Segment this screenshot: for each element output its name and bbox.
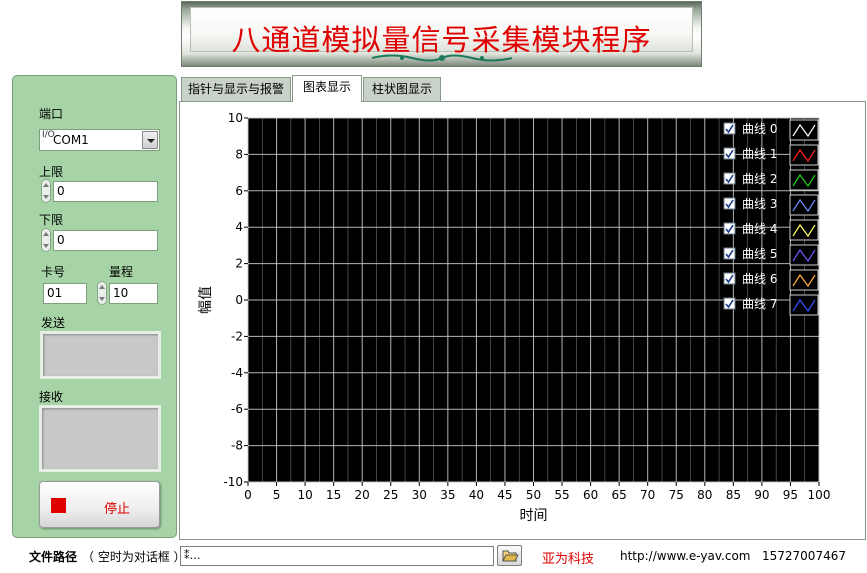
waveform-chart: 0 5 10 15 20 25 30 35 40 45 50 55 60 65 70 75 80 85 90 95 10… (198, 111, 831, 524)
lower-limit-input[interactable]: 0 (53, 230, 158, 251)
card-number-label: 卡号 (41, 265, 66, 279)
title-banner-inner: 八通道模拟量信号采集模块程序 (190, 7, 693, 57)
legend-checkbox[interactable] (723, 197, 736, 210)
legend-checkbox[interactable] (723, 122, 736, 135)
phone-number: 15727007467 (762, 549, 846, 563)
x-tick-label: 55 (554, 488, 569, 502)
send-label: 发送 (41, 316, 66, 330)
legend-label: 曲线 0 (742, 122, 777, 136)
chart-tab-page: 0 5 10 15 20 25 30 35 40 45 50 55 60 65 70 75 80 85 90 95 10… (179, 101, 866, 540)
port-value: COM1 (53, 133, 89, 147)
stop-button-label: 停止 (104, 502, 131, 517)
legend-label: 曲线 4 (742, 222, 777, 236)
y-tick-label: 2 (235, 257, 243, 271)
legend-label: 曲线 7 (742, 297, 777, 311)
x-tick-label: 45 (497, 488, 512, 502)
port-select[interactable]: I/O COM1 (39, 129, 160, 151)
y-tick-label: -2 (231, 329, 243, 343)
bottom-bar: 文件路径 （ 空时为对话框 ） ⁑… 亚为科技 http://www.e-yav… (0, 541, 867, 573)
tab-control: 指针与显示与报警 图表显示 柱状图显示 0 5 10 15 20 25 30 35 40 45 50… (179, 75, 866, 540)
x-tick-label: 50 (526, 488, 541, 502)
x-tick-label: 30 (412, 488, 427, 502)
legend-checkbox[interactable] (723, 272, 736, 285)
x-tick-label: 0 (244, 488, 252, 502)
x-tick-label: 65 (612, 488, 627, 502)
x-tick-label: 35 (440, 488, 455, 502)
upper-limit-spinner[interactable] (41, 179, 51, 203)
x-tick-label: 40 (469, 488, 484, 502)
range-spinner[interactable] (97, 281, 107, 305)
legend-checkbox[interactable] (723, 222, 736, 235)
legend-checkbox[interactable] (723, 247, 736, 260)
x-tick-label: 5 (273, 488, 281, 502)
control-panel: 端口 I/O COM1 上限 0 下限 0 卡号 01 量程 10 发送 接收 … (12, 75, 177, 538)
lower-limit-spinner[interactable] (41, 228, 51, 252)
legend-label: 曲线 5 (742, 247, 777, 261)
legend-checkbox[interactable] (723, 147, 736, 160)
upper-limit-input[interactable]: 0 (53, 181, 158, 202)
file-path-label: 文件路径 (29, 550, 78, 564)
x-axis-label: 时间 (520, 508, 548, 524)
x-tick-label: 15 (326, 488, 341, 502)
stop-button[interactable]: 停止 (39, 481, 160, 528)
tab-gauge-display-alarm[interactable]: 指针与显示与报警 (181, 77, 291, 101)
file-path-hint: （ 空时为对话框 ） (82, 550, 186, 564)
x-tick-label: 80 (697, 488, 712, 502)
legend-label: 曲线 1 (742, 147, 777, 161)
legend-label: 曲线 3 (742, 197, 777, 211)
range-label: 量程 (109, 265, 134, 279)
x-tick-label: 75 (669, 488, 684, 502)
x-tick-label: 60 (583, 488, 598, 502)
y-tick-label: -8 (231, 439, 243, 453)
legend-checkbox[interactable] (723, 172, 736, 185)
x-tick-label: 70 (640, 488, 655, 502)
company-name: 亚为科技 (542, 552, 595, 567)
card-number-input[interactable]: 01 (43, 283, 87, 304)
y-tick-label: 0 (235, 293, 243, 307)
website-url: http://www.e-yav.com (620, 549, 751, 563)
y-tick-label: 8 (235, 147, 243, 161)
range-input[interactable]: 10 (109, 283, 158, 304)
tab-chart-display[interactable]: 图表显示 (292, 75, 362, 102)
x-tick-label: 100 (808, 488, 831, 502)
legend-label: 曲线 6 (742, 272, 777, 286)
legend-checkbox[interactable] (723, 297, 736, 310)
y-tick-label: 10 (228, 111, 243, 125)
tab-bar-chart-display[interactable]: 柱状图显示 (363, 77, 441, 101)
y-tick-label: -6 (231, 402, 243, 416)
y-axis-label: 幅值 (198, 286, 214, 314)
receive-label: 接收 (39, 390, 64, 404)
y-tick-label: -4 (231, 366, 243, 380)
port-label: 端口 (39, 107, 64, 121)
y-tick-label: 4 (235, 220, 243, 234)
chevron-down-icon[interactable] (142, 131, 158, 149)
y-tick-label: -10 (223, 475, 243, 489)
lower-limit-label: 下限 (39, 213, 64, 227)
file-path-value: … (189, 549, 201, 562)
x-tick-label: 10 (297, 488, 312, 502)
send-textbox[interactable] (40, 331, 161, 379)
receive-textbox[interactable] (39, 405, 161, 472)
stop-icon (51, 498, 66, 513)
x-tick-label: 25 (383, 488, 398, 502)
upper-limit-label: 上限 (39, 165, 64, 179)
title-banner: 八通道模拟量信号采集模块程序 (181, 1, 702, 67)
folder-open-icon (502, 550, 519, 562)
x-tick-label: 90 (754, 488, 769, 502)
y-tick-label: 6 (235, 184, 243, 198)
banner-ornament-icon (371, 54, 513, 62)
x-tick-label: 20 (355, 488, 370, 502)
file-path-input[interactable]: ⁑… (180, 546, 494, 566)
x-tick-label: 85 (726, 488, 741, 502)
legend-label: 曲线 2 (742, 172, 777, 186)
x-tick-label: 95 (783, 488, 798, 502)
browse-button[interactable] (497, 545, 522, 566)
